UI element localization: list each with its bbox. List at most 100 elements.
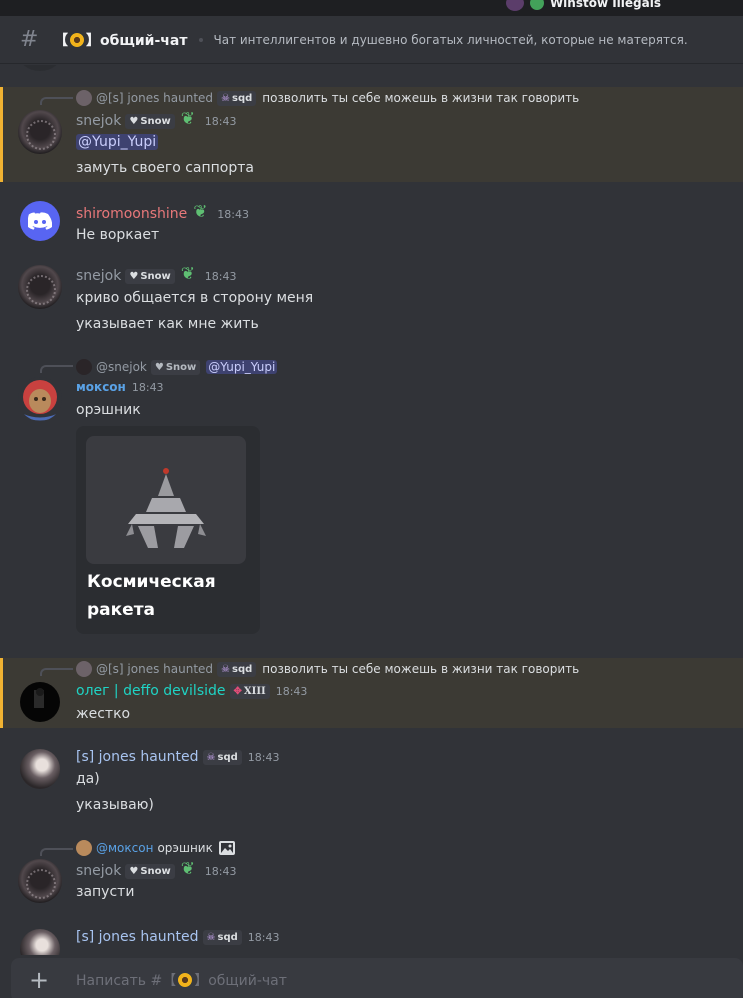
skull-icon: ☠ — [206, 751, 216, 763]
channel-name[interactable]: 【】общий-чат — [54, 30, 187, 50]
reply-spine — [40, 668, 73, 676]
reply-avatar — [76, 840, 92, 856]
reply-reference[interactable]: @[s] jones haunted ☠ sqd позволить ты себ… — [76, 90, 579, 106]
message-list[interactable]: @[s] jones haunted ☠ sqd позволить ты себ… — [0, 65, 743, 955]
author-name[interactable]: snejok — [76, 863, 121, 879]
message-item[interactable]: [s] jones haunted ☠ sqd 18:43 да) указыва… — [0, 748, 743, 828]
message-item[interactable]: @snejok ♥ Snow @Yupi_Yupi моксон 18:43 ор… — [0, 355, 743, 645]
oleg-avatar-art — [34, 688, 44, 708]
message-item[interactable]: @[s] jones haunted ☠ sqd позволить ты себ… — [0, 658, 743, 728]
message-text: указываю) — [76, 797, 154, 813]
avatar[interactable] — [20, 682, 60, 722]
discord-logo-icon — [28, 212, 52, 230]
clan-tag: ♥ Snow — [125, 268, 175, 284]
add-attachment-button[interactable]: + — [19, 966, 59, 994]
rocket-image — [126, 468, 206, 548]
author-name[interactable]: [s] jones haunted — [76, 929, 199, 945]
top-user-strip: Winstow Illegals — [0, 0, 743, 16]
author-name[interactable]: snejok — [76, 113, 121, 129]
author-name[interactable]: shiromoonshine — [76, 206, 187, 222]
reply-avatar — [76, 359, 92, 375]
embed-image — [86, 436, 246, 564]
clan-tag-label: sqd — [217, 931, 238, 943]
clan-tag: ♥ Snow — [150, 359, 201, 375]
timestamp: 18:43 — [217, 207, 249, 221]
reply-reference[interactable]: @моксон орэшник — [76, 840, 235, 856]
flower-icon — [181, 264, 199, 285]
skull-icon: ☠ — [221, 92, 231, 104]
reply-reference[interactable]: @[s] jones haunted ☠ sqd позволить ты себ… — [76, 661, 579, 677]
heart-icon: ♥ — [129, 115, 139, 127]
reply-avatar — [76, 661, 92, 677]
clan-tag-label: Snow — [165, 361, 197, 373]
user-mention[interactable]: @Yupi_Yupi — [206, 360, 278, 374]
reply-reference[interactable]: @snejok ♥ Snow @Yupi_Yupi — [76, 359, 278, 375]
embed-title[interactable]: Космическая ракета — [87, 568, 247, 624]
clan-tag: ♥ Snow — [125, 863, 175, 879]
message-text: да) — [76, 771, 100, 787]
heart-icon: ♥ — [129, 865, 139, 877]
message-text: жестко — [76, 706, 131, 722]
message-item[interactable]: shiromoonshine 18:43 Не воркает — [0, 201, 743, 251]
message-text: указывает как мне жить — [76, 316, 259, 332]
moxon-avatar-art — [21, 380, 59, 421]
avatar[interactable] — [18, 65, 62, 71]
message-text: орэшник — [76, 402, 141, 418]
message-text: замуть своего саппорта — [76, 160, 254, 176]
header-divider — [199, 37, 204, 42]
image-icon — [218, 841, 235, 855]
user-mention[interactable]: @Yupi_Yupi — [76, 134, 159, 150]
author-name[interactable]: snejok — [76, 268, 121, 284]
heart-icon: ♥ — [154, 361, 164, 373]
embed-card[interactable]: Космическая ракета — [76, 426, 260, 634]
timestamp: 18:43 — [247, 750, 280, 764]
avatar[interactable] — [18, 265, 62, 309]
author-name[interactable]: моксон — [76, 380, 126, 394]
message-text: @Yupi_Yupi — [76, 134, 159, 150]
message-input[interactable]: Написать #【 】общий-чат — [76, 970, 287, 990]
clan-tag: ☠ sqd — [202, 929, 242, 945]
channel-topic[interactable]: Чат интеллигентов и душевно богатых личн… — [213, 33, 687, 47]
current-user[interactable]: Winstow Illegals — [505, 0, 661, 11]
user-avatar — [505, 0, 524, 11]
timestamp: 18:43 — [131, 380, 164, 394]
message-text: криво общается в сторону меня — [76, 290, 314, 306]
flower-icon — [193, 202, 211, 223]
timestamp: 18:43 — [204, 114, 237, 128]
channel-hash-icon: # — [20, 27, 39, 52]
skull-icon: ☠ — [221, 663, 231, 675]
clan-tag: ☠ sqd — [217, 661, 257, 677]
avatar[interactable] — [18, 377, 62, 421]
author-name[interactable]: олег | deffo devilside — [76, 683, 226, 699]
flower-icon — [529, 0, 544, 10]
message-item[interactable]: @[s] jones haunted ☠ sqd позволить ты себ… — [0, 87, 743, 182]
avatar[interactable] — [18, 110, 62, 154]
diamond-icon: ✥ — [233, 685, 242, 697]
sunflower-icon — [70, 32, 84, 47]
message-item[interactable]: @моксон орэшник snejok ♥Snow 18:43 запус… — [0, 838, 743, 908]
clan-tag: ☠ sqd — [217, 90, 257, 106]
reply-spine — [40, 848, 73, 856]
avatar[interactable] — [18, 859, 62, 903]
message-text: запусти — [76, 884, 135, 900]
message-text: Не воркает — [76, 227, 160, 243]
message-composer[interactable]: + Написать #【 】общий-чат — [11, 958, 743, 998]
reply-spine — [40, 97, 73, 105]
author-name[interactable]: [s] jones haunted — [76, 749, 199, 765]
avatar[interactable] — [20, 749, 60, 789]
avatar[interactable] — [20, 929, 60, 955]
clan-tag-label: Snow — [140, 270, 171, 282]
reply-avatar — [76, 90, 92, 106]
message-item[interactable]: [s] jones haunted ☠ sqd 18:43 — [0, 928, 743, 955]
clan-tag-label: sqd — [232, 663, 253, 675]
heart-icon: ♥ — [129, 270, 139, 282]
message-item[interactable]: snejok ♥Snow 18:43 криво общается в стор… — [0, 263, 743, 343]
clan-tag: ✥ XIII — [229, 683, 270, 699]
clan-tag-label: Snow — [140, 865, 171, 877]
avatar[interactable] — [20, 201, 60, 241]
flower-icon — [181, 859, 199, 880]
timestamp: 18:43 — [204, 269, 237, 283]
reply-spine — [40, 365, 73, 373]
clan-tag-label: Snow — [140, 115, 171, 127]
clan-tag-label: sqd — [217, 751, 238, 763]
